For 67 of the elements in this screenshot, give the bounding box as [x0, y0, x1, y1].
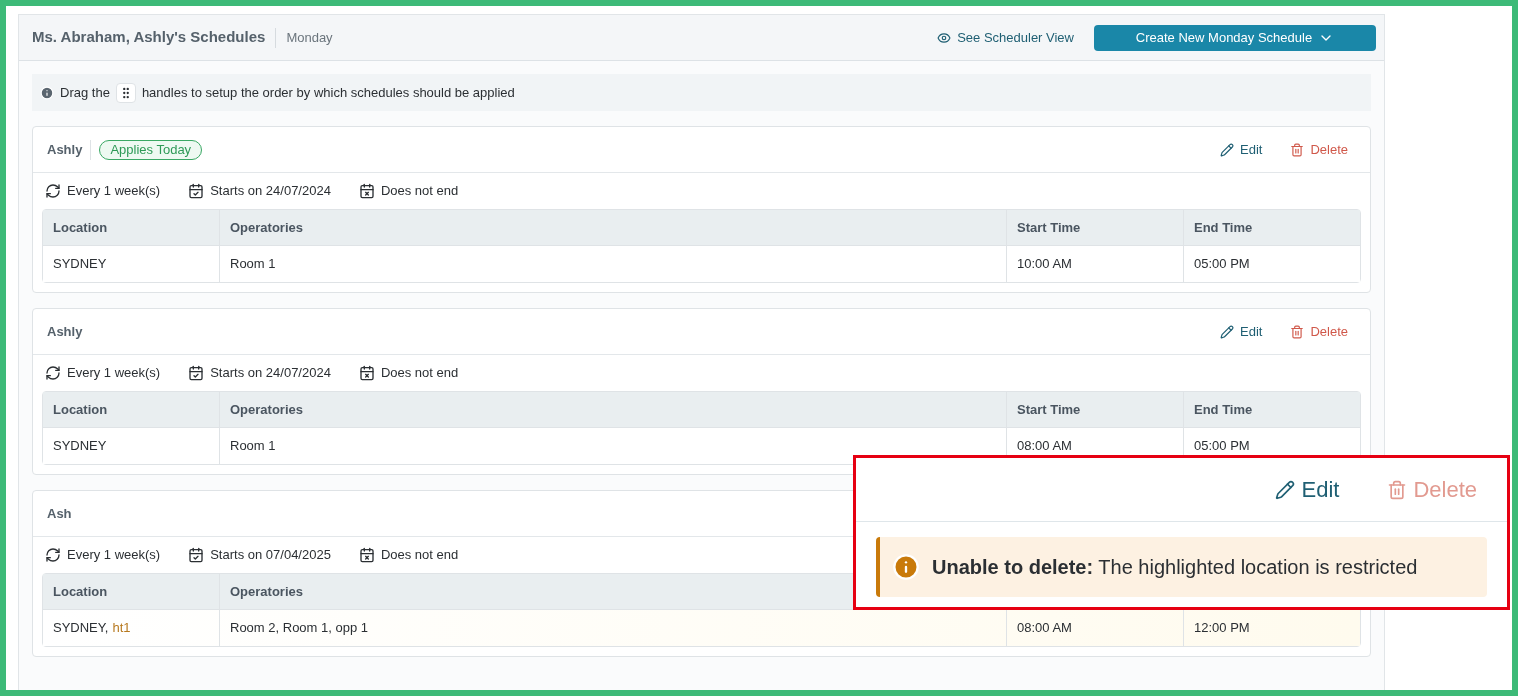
- schedule-name: Ashly: [47, 322, 83, 341]
- table-cell-text: 12:00 PM: [1194, 619, 1250, 638]
- edit-button[interactable]: Edit: [1220, 139, 1263, 160]
- table-cell-text: Room 1: [230, 437, 276, 456]
- pencil-icon: [1220, 142, 1234, 157]
- start-date-text: Starts on 07/04/2025: [210, 546, 331, 565]
- recurrence-text: Every 1 week(s): [67, 364, 161, 383]
- schedule-name: Ash: [47, 504, 72, 523]
- info-icon: [40, 85, 54, 100]
- start-date-text: Starts on 24/07/2024: [210, 182, 331, 201]
- end-text: Does not end: [380, 182, 459, 201]
- create-schedule-button[interactable]: Create New Monday Schedule: [1094, 24, 1376, 51]
- schedule-name: Ashly: [47, 140, 83, 159]
- eye-icon: [937, 30, 952, 45]
- column-header: End Time: [1194, 218, 1253, 237]
- calendar-check-icon: [188, 547, 205, 563]
- column-header: Operatories: [230, 400, 303, 419]
- column-header: Start Time: [1017, 400, 1081, 419]
- edit-button[interactable]: Edit: [1275, 473, 1340, 506]
- drag-handle-icon: [115, 82, 136, 103]
- pencil-icon: [1220, 324, 1234, 339]
- alert-message: Unable to delete: The highlighted location is restricted: [932, 555, 1418, 580]
- location-text: SYDNEY,: [53, 619, 109, 638]
- recurrence-text: Every 1 week(s): [67, 182, 161, 201]
- delete-button[interactable]: Delete: [1290, 321, 1348, 342]
- recurrence-text: Every 1 week(s): [67, 546, 161, 565]
- table-cell-text: 05:00 PM: [1194, 255, 1250, 274]
- table-cell-text: 08:00 AM: [1017, 619, 1072, 638]
- scheduler-view-link[interactable]: See Scheduler View: [937, 27, 1074, 48]
- edit-button[interactable]: Edit: [1220, 321, 1263, 342]
- column-header: Operatories: [230, 582, 303, 601]
- delete-button[interactable]: Delete: [1290, 139, 1348, 160]
- page-title: Ms. Abraham, Ashly's Schedules: [32, 27, 266, 48]
- calendar-x-icon: [358, 365, 375, 381]
- calendar-check-icon: [188, 183, 205, 199]
- start-date-text: Starts on 24/07/2024: [210, 364, 331, 383]
- column-header: End Time: [1194, 400, 1253, 419]
- repeat-icon: [45, 365, 61, 381]
- trash-icon: [1387, 479, 1408, 500]
- repeat-icon: [45, 547, 61, 563]
- table-cell-text: Room 1: [230, 255, 276, 274]
- calendar-check-icon: [188, 365, 205, 381]
- table-cell-text: Room 2, Room 1, opp 1: [230, 619, 369, 638]
- pencil-icon: [1275, 479, 1296, 500]
- table-cell-text: 08:00 AM: [1017, 437, 1072, 456]
- column-header: Location: [53, 218, 108, 237]
- table-cell-text: 05:00 PM: [1194, 437, 1250, 456]
- day-label: Monday: [286, 28, 333, 47]
- info-text: Drag the: [60, 83, 110, 102]
- info-icon: [892, 553, 920, 581]
- end-text: Does not end: [380, 364, 459, 383]
- calendar-x-icon: [358, 183, 375, 199]
- trash-icon: [1290, 324, 1305, 339]
- location-text: ht1: [112, 619, 131, 638]
- table-cell-text: 10:00 AM: [1017, 255, 1072, 274]
- trash-icon: [1290, 142, 1305, 157]
- column-header: Location: [53, 400, 108, 419]
- location-text: SYDNEY: [53, 437, 107, 456]
- location-text: SYDNEY: [53, 255, 107, 274]
- info-text: handles to setup the order by which schedules should be applied: [141, 83, 515, 102]
- column-header: Operatories: [230, 218, 303, 237]
- repeat-icon: [45, 183, 61, 199]
- column-header: Start Time: [1017, 218, 1081, 237]
- column-header: Location: [53, 582, 108, 601]
- calendar-x-icon: [358, 547, 375, 563]
- status-badge: Applies Today: [99, 139, 203, 160]
- end-text: Does not end: [380, 546, 459, 565]
